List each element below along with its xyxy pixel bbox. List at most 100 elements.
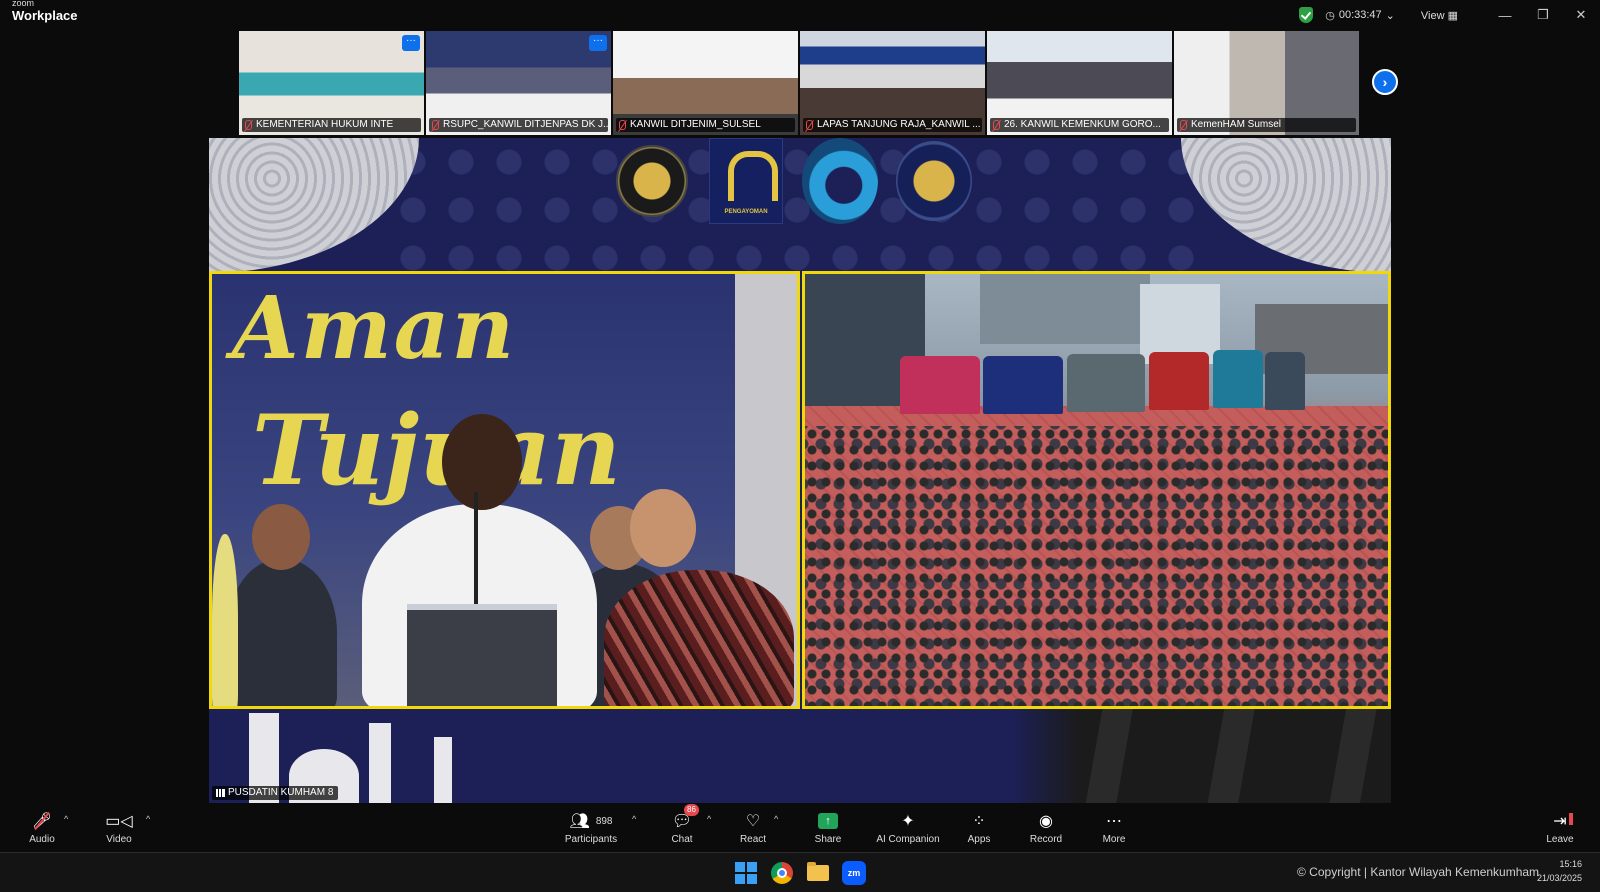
tile-menu-button[interactable]: ··· (402, 35, 420, 51)
brand-top: zoom (12, 0, 35, 8)
os-taskbar: zm © Copyright | Kantor Wilayah Kemenkum… (0, 852, 1600, 892)
share-button[interactable]: ↑ Share (792, 810, 864, 845)
speaker-name: PUSDATIN KUMHAM 8 (228, 787, 334, 798)
bus (900, 356, 980, 414)
ai-companion-button[interactable]: ✦ AI Companion (870, 810, 946, 845)
participant-name: KANWIL DITJENIM_SULSEL (630, 119, 761, 130)
mic-muted-icon (806, 120, 813, 130)
zoom-workplace-logo: zoom Workplace (12, 0, 78, 22)
mic-muted-icon (1180, 120, 1187, 130)
backdrop-script-text-1: Aman (232, 278, 516, 379)
meeting-timer[interactable]: ◷ 00:33:47 ⌄ (1325, 9, 1395, 22)
title-bar-right: ◷ 00:33:47 ⌄ View ▦ — ❐ ✕ (1299, 0, 1600, 30)
signal-strength-icon (216, 789, 225, 797)
participant-name: KEMENTERIAN HUKUM INTE (256, 119, 394, 130)
system-date: 21/03/2025 (1536, 873, 1582, 883)
video-button[interactable]: ▭◁ Video (83, 810, 155, 845)
video-options-caret-icon[interactable]: ^ (146, 814, 150, 824)
participant-name-tag: KEMENTERIAN HUKUM INTE (242, 118, 421, 132)
participant-tile-5[interactable]: 26. KANWIL KEMENKUM GORO... (987, 31, 1172, 135)
decorative-arch-right (1181, 138, 1391, 273)
brand-name: Workplace (12, 8, 78, 23)
chat-unread-badge: 86 (684, 804, 699, 816)
participant-name: 26. KANWIL KEMENKUM GORO... (1004, 119, 1161, 130)
next-page-chevron-right-icon[interactable]: › (1372, 69, 1398, 95)
record-label: Record (1029, 834, 1063, 845)
apps-label: Apps (967, 834, 991, 845)
file-explorer-icon[interactable] (805, 860, 831, 886)
leave-icon-wrap: ⇥ (1524, 810, 1596, 832)
system-clock[interactable]: 15:16 21/03/2025 (1537, 857, 1582, 885)
participant-tile-6[interactable]: KemenHAM Sumsel (1174, 31, 1359, 135)
close-icon[interactable]: ✕ (1562, 7, 1600, 23)
decorative-arch-left (209, 138, 419, 273)
share-icon-wrap: ↑ (792, 810, 864, 832)
main-speaker-head (442, 414, 522, 510)
bus (1213, 350, 1263, 408)
view-label: View (1420, 9, 1445, 22)
participants-options-caret-icon[interactable]: ^ (632, 814, 636, 824)
chrome-icon[interactable] (769, 860, 795, 886)
view-button[interactable]: View ▦ (1421, 9, 1458, 22)
participants-count: 898 (595, 815, 613, 827)
bus (1067, 354, 1145, 412)
restore-icon[interactable]: ❐ (1524, 7, 1562, 23)
zoom-app-icon[interactable]: zm (841, 860, 867, 886)
participant-tile-2[interactable]: ··· RSUPC_KANWIL DITJENPAS DK J... (426, 31, 611, 135)
participant-tile-1[interactable]: ··· KEMENTERIAN HUKUM INTE (239, 31, 424, 135)
system-time: 15:16 (1559, 859, 1582, 869)
copyright-watermark: © Copyright | Kantor Wilayah Kemenkumham (1297, 865, 1540, 879)
mic-muted-icon (432, 120, 439, 130)
mic-muted-icon (245, 120, 252, 130)
meeting-controls-toolbar: 🎤︎ Audio ^ ▭◁ Video ^ 👥︎ 898 Participant… (0, 804, 1600, 852)
minimize-icon[interactable]: — (1486, 8, 1524, 23)
minaret (369, 723, 391, 803)
venue-feed-pane (802, 271, 1391, 709)
meeting-timer-text: 00:33:47 (1338, 9, 1382, 21)
title-bar: zoom Workplace ◷ 00:33:47 ⌄ View ▦ — ❐ ✕ (0, 0, 1600, 30)
share-label: Share (814, 834, 842, 845)
gallery-strip: ··· KEMENTERIAN HUKUM INTE ··· RSUPC_KAN… (239, 31, 1361, 135)
participant-tile-3[interactable]: KANWIL DITJENIM_SULSEL (613, 31, 798, 135)
garuda-emblem-logo (614, 138, 690, 224)
podium (407, 604, 557, 706)
apps-button[interactable]: ⁘ Apps (943, 810, 1015, 845)
crowd (805, 426, 1388, 706)
zoom-meeting-window: zoom Workplace ◷ 00:33:47 ⌄ View ▦ — ❐ ✕… (0, 0, 1600, 892)
participant-name-tag: LAPAS TANJUNG RAJA_KANWIL ... (803, 118, 982, 132)
attendee-figure (227, 559, 337, 706)
video-camera-icon: ▭◁ (105, 813, 133, 830)
leave-door-icon: ⇥ (1553, 813, 1574, 830)
attendee-figure (212, 534, 238, 706)
mic-muted-icon (619, 120, 626, 130)
attendee-head (252, 504, 310, 570)
react-options-caret-icon[interactable]: ^ (774, 814, 778, 824)
more-label: More (1102, 834, 1126, 845)
participant-name-tag: 26. KANWIL KEMENKUM GORO... (990, 118, 1169, 132)
encryption-shield-icon[interactable] (1299, 7, 1314, 23)
bus (1265, 352, 1305, 410)
leave-button[interactable]: ⇥ Leave (1524, 810, 1596, 845)
attendee-head (630, 489, 696, 567)
audio-options-caret-icon[interactable]: ^ (64, 814, 68, 824)
audio-label: Audio (29, 834, 55, 845)
participants-label: Participants (564, 834, 618, 845)
windows-start-icon[interactable] (733, 860, 759, 886)
react-label: React (739, 834, 767, 845)
participant-tile-4[interactable]: LAPAS TANJUNG RAJA_KANWIL ... (800, 31, 985, 135)
active-speaker-video: PENGAYOMAN Aman Tujuan PUSDATIN KUMHAM 8 (209, 138, 1391, 803)
record-button[interactable]: ◉ Record (1010, 810, 1082, 845)
clock-icon: ◷ (1325, 9, 1335, 22)
more-button[interactable]: ⋯ More (1078, 810, 1150, 845)
bus-illustration (1011, 709, 1391, 803)
sparkle-icon: ✦ (901, 813, 915, 830)
grid-icon: ▦ (1447, 9, 1458, 22)
tile-menu-button[interactable]: ··· (589, 35, 607, 51)
leave-label: Leave (1546, 834, 1574, 845)
mic-muted-icon (993, 120, 1000, 130)
participant-name-tag: RSUPC_KANWIL DITJENPAS DK J... (429, 118, 608, 132)
chat-options-caret-icon[interactable]: ^ (707, 814, 711, 824)
attendee-figure (604, 570, 794, 706)
apps-grid-icon: ⁘ (972, 813, 986, 830)
participants-button[interactable]: 👥︎ 898 Participants (555, 810, 627, 845)
